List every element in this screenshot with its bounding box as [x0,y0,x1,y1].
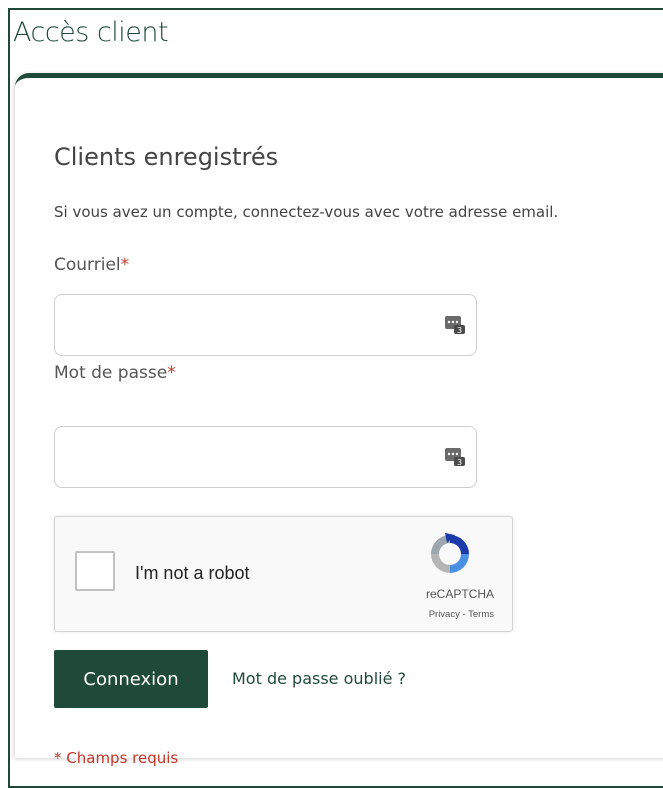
password-manager-icon[interactable]: 3 [444,445,466,467]
connexion-button[interactable]: Connexion [54,650,208,708]
recaptcha-links: Privacy - Terms [429,609,494,620]
password-field[interactable]: 3 [54,426,477,488]
svg-text:3: 3 [457,458,462,467]
recaptcha-logo-icon [431,533,469,573]
required-fields-note: * Champs requis [54,749,179,767]
recaptcha-label: I'm not a robot [135,563,250,583]
password-label: Mot de passe* [54,363,176,383]
recaptcha-privacy-link[interactable]: Privacy [429,609,460,620]
email-label: Courriel* [54,255,129,275]
email-field[interactable]: 3 [54,294,477,356]
forgot-password-link[interactable]: Mot de passe oublié ? [232,669,406,688]
password-label-text: Mot de passe [54,363,168,383]
recaptcha-terms-link[interactable]: Terms [468,609,494,620]
password-input[interactable] [55,427,443,485]
password-manager-icon[interactable]: 3 [444,313,466,335]
section-title: Clients enregistrés [54,143,279,171]
recaptcha-separator: - [459,609,469,620]
recaptcha-checkbox[interactable] [75,551,115,591]
recaptcha-brand: reCAPTCHA [425,587,494,601]
email-input[interactable] [55,295,443,353]
page-title: Accès client [13,17,169,48]
recaptcha-widget: I'm not a robot reCAPTCHA Privacy - Term… [54,516,513,632]
email-label-text: Courriel [54,255,121,275]
required-asterisk: * [167,363,176,383]
required-asterisk: * [120,255,130,275]
login-intro: Si vous avez un compte, connectez-vous a… [54,203,559,221]
svg-text:3: 3 [457,326,462,335]
